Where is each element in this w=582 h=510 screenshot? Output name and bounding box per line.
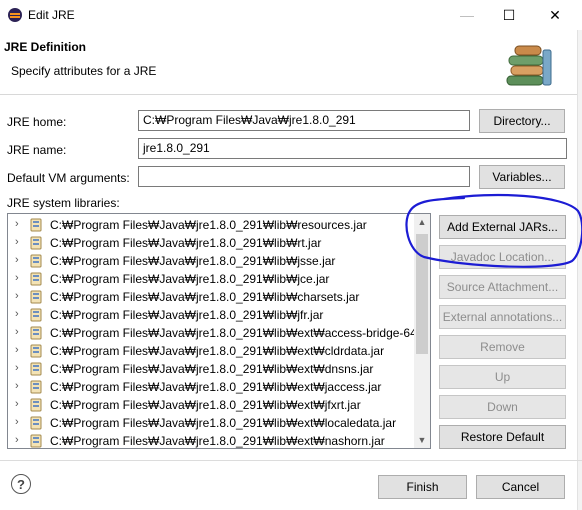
- jar-icon: [30, 344, 42, 358]
- vm-arguments-input[interactable]: [138, 166, 470, 187]
- chevron-right-icon[interactable]: ›: [15, 416, 19, 428]
- cancel-button[interactable]: Cancel: [476, 475, 565, 499]
- library-path: C:₩Program Files₩Java₩jre1.8.0_291₩lib₩j…: [50, 254, 336, 268]
- external-annotations-button[interactable]: External annotations...: [439, 305, 566, 329]
- list-item[interactable]: › C:₩Program Files₩Java₩jre1.8.0_291₩lib₩…: [8, 342, 413, 360]
- jar-icon: [30, 272, 42, 286]
- jar-icon: [30, 308, 42, 322]
- chevron-right-icon[interactable]: ›: [15, 380, 19, 392]
- source-attachment-button[interactable]: Source Attachment...: [439, 275, 566, 299]
- header-title: JRE Definition: [4, 40, 87, 54]
- chevron-right-icon[interactable]: ›: [15, 398, 19, 410]
- list-item[interactable]: › C:₩Program Files₩Java₩jre1.8.0_291₩lib₩…: [8, 414, 413, 432]
- finish-button[interactable]: Finish: [378, 475, 467, 499]
- system-libraries-list[interactable]: › C:₩Program Files₩Java₩jre1.8.0_291₩lib₩…: [7, 213, 431, 449]
- jar-icon: [30, 398, 42, 412]
- jar-icon: [30, 362, 42, 376]
- library-path: C:₩Program Files₩Java₩jre1.8.0_291₩lib₩e…: [50, 434, 385, 448]
- jre-name-label: JRE name:: [7, 143, 67, 157]
- list-item[interactable]: › C:₩Program Files₩Java₩jre1.8.0_291₩lib₩…: [8, 432, 413, 448]
- library-books-icon: [506, 45, 552, 86]
- remove-button[interactable]: Remove: [439, 335, 566, 359]
- jar-icon: [30, 380, 42, 394]
- list-item[interactable]: › C:₩Program Files₩Java₩jre1.8.0_291₩lib₩…: [8, 288, 413, 306]
- variables-button[interactable]: Variables...: [479, 165, 565, 189]
- list-item[interactable]: › C:₩Program Files₩Java₩jre1.8.0_291₩lib₩…: [8, 396, 413, 414]
- jar-icon: [30, 218, 42, 232]
- footer-separator: [0, 460, 582, 461]
- close-button[interactable]: ✕: [532, 0, 578, 30]
- eclipse-icon: [8, 8, 22, 22]
- library-path: C:₩Program Files₩Java₩jre1.8.0_291₩lib₩e…: [50, 344, 385, 358]
- list-item[interactable]: › C:₩Program Files₩Java₩jre1.8.0_291₩lib₩…: [8, 324, 430, 342]
- library-path: C:₩Program Files₩Java₩jre1.8.0_291₩lib₩r…: [50, 218, 367, 232]
- library-path: C:₩Program Files₩Java₩jre1.8.0_291₩lib₩e…: [50, 380, 382, 394]
- help-icon[interactable]: ?: [11, 474, 31, 494]
- library-path: C:₩Program Files₩Java₩jre1.8.0_291₩lib₩e…: [50, 398, 361, 412]
- annotation-circle: [405, 193, 582, 268]
- jar-icon: [30, 290, 42, 304]
- list-item[interactable]: › C:₩Program Files₩Java₩jre1.8.0_291₩lib₩…: [8, 270, 413, 288]
- list-item[interactable]: › C:₩Program Files₩Java₩jre1.8.0_291₩lib₩…: [8, 234, 413, 252]
- header-description: Specify attributes for a JRE: [11, 64, 157, 78]
- list-item[interactable]: › C:₩Program Files₩Java₩jre1.8.0_291₩lib₩…: [8, 360, 413, 378]
- dialog-header: JRE Definition Specify attributes for a …: [0, 30, 582, 94]
- chevron-right-icon[interactable]: ›: [15, 272, 19, 284]
- jre-name-input[interactable]: jre1.8.0_291: [138, 138, 567, 159]
- chevron-right-icon[interactable]: ›: [15, 290, 19, 302]
- jar-icon: [30, 326, 42, 340]
- list-item[interactable]: › C:₩Program Files₩Java₩jre1.8.0_291₩lib₩…: [8, 306, 413, 324]
- maximize-button[interactable]: ☐: [486, 0, 532, 30]
- system-libraries-label: JRE system libraries:: [7, 196, 120, 210]
- library-path: C:₩Program Files₩Java₩jre1.8.0_291₩lib₩c…: [50, 290, 360, 304]
- list-item[interactable]: › C:₩Program Files₩Java₩jre1.8.0_291₩lib₩…: [8, 252, 413, 270]
- minimize-button[interactable]: —: [444, 0, 490, 30]
- jar-icon: [30, 416, 42, 430]
- down-button[interactable]: Down: [439, 395, 566, 419]
- jre-home-label: JRE home:: [7, 115, 67, 129]
- library-path: C:₩Program Files₩Java₩jre1.8.0_291₩lib₩j…: [50, 308, 324, 322]
- directory-button[interactable]: Directory...: [479, 109, 565, 133]
- library-path: C:₩Program Files₩Java₩jre1.8.0_291₩lib₩j…: [50, 272, 330, 286]
- library-path: C:₩Program Files₩Java₩jre1.8.0_291₩lib₩r…: [50, 236, 322, 250]
- jar-icon: [30, 434, 42, 448]
- up-button[interactable]: Up: [439, 365, 566, 389]
- header-separator: [0, 94, 582, 95]
- chevron-right-icon[interactable]: ›: [15, 254, 19, 266]
- library-path: C:₩Program Files₩Java₩jre1.8.0_291₩lib₩e…: [50, 362, 374, 376]
- jar-icon: [30, 236, 42, 250]
- restore-default-button[interactable]: Restore Default: [439, 425, 566, 449]
- list-item[interactable]: › C:₩Program Files₩Java₩jre1.8.0_291₩lib₩…: [8, 216, 413, 234]
- jre-home-input[interactable]: C:₩Program Files₩Java₩jre1.8.0_291: [138, 110, 470, 131]
- chevron-right-icon[interactable]: ›: [15, 326, 19, 338]
- title-bar: Edit JRE — ☐ ✕: [0, 0, 582, 30]
- library-path: C:₩Program Files₩Java₩jre1.8.0_291₩lib₩e…: [50, 416, 397, 430]
- chevron-right-icon[interactable]: ›: [15, 218, 19, 230]
- jar-icon: [30, 254, 42, 268]
- chevron-right-icon[interactable]: ›: [15, 308, 19, 320]
- chevron-right-icon[interactable]: ›: [15, 362, 19, 374]
- window-title: Edit JRE: [28, 8, 75, 22]
- scroll-down-arrow-icon[interactable]: ▼: [414, 432, 430, 448]
- chevron-right-icon[interactable]: ›: [15, 434, 19, 446]
- library-path: C:₩Program Files₩Java₩jre1.8.0_291₩lib₩e…: [50, 326, 431, 340]
- vm-arguments-label: Default VM arguments:: [7, 171, 130, 185]
- list-item[interactable]: › C:₩Program Files₩Java₩jre1.8.0_291₩lib₩…: [8, 378, 413, 396]
- chevron-right-icon[interactable]: ›: [15, 236, 19, 248]
- chevron-right-icon[interactable]: ›: [15, 344, 19, 356]
